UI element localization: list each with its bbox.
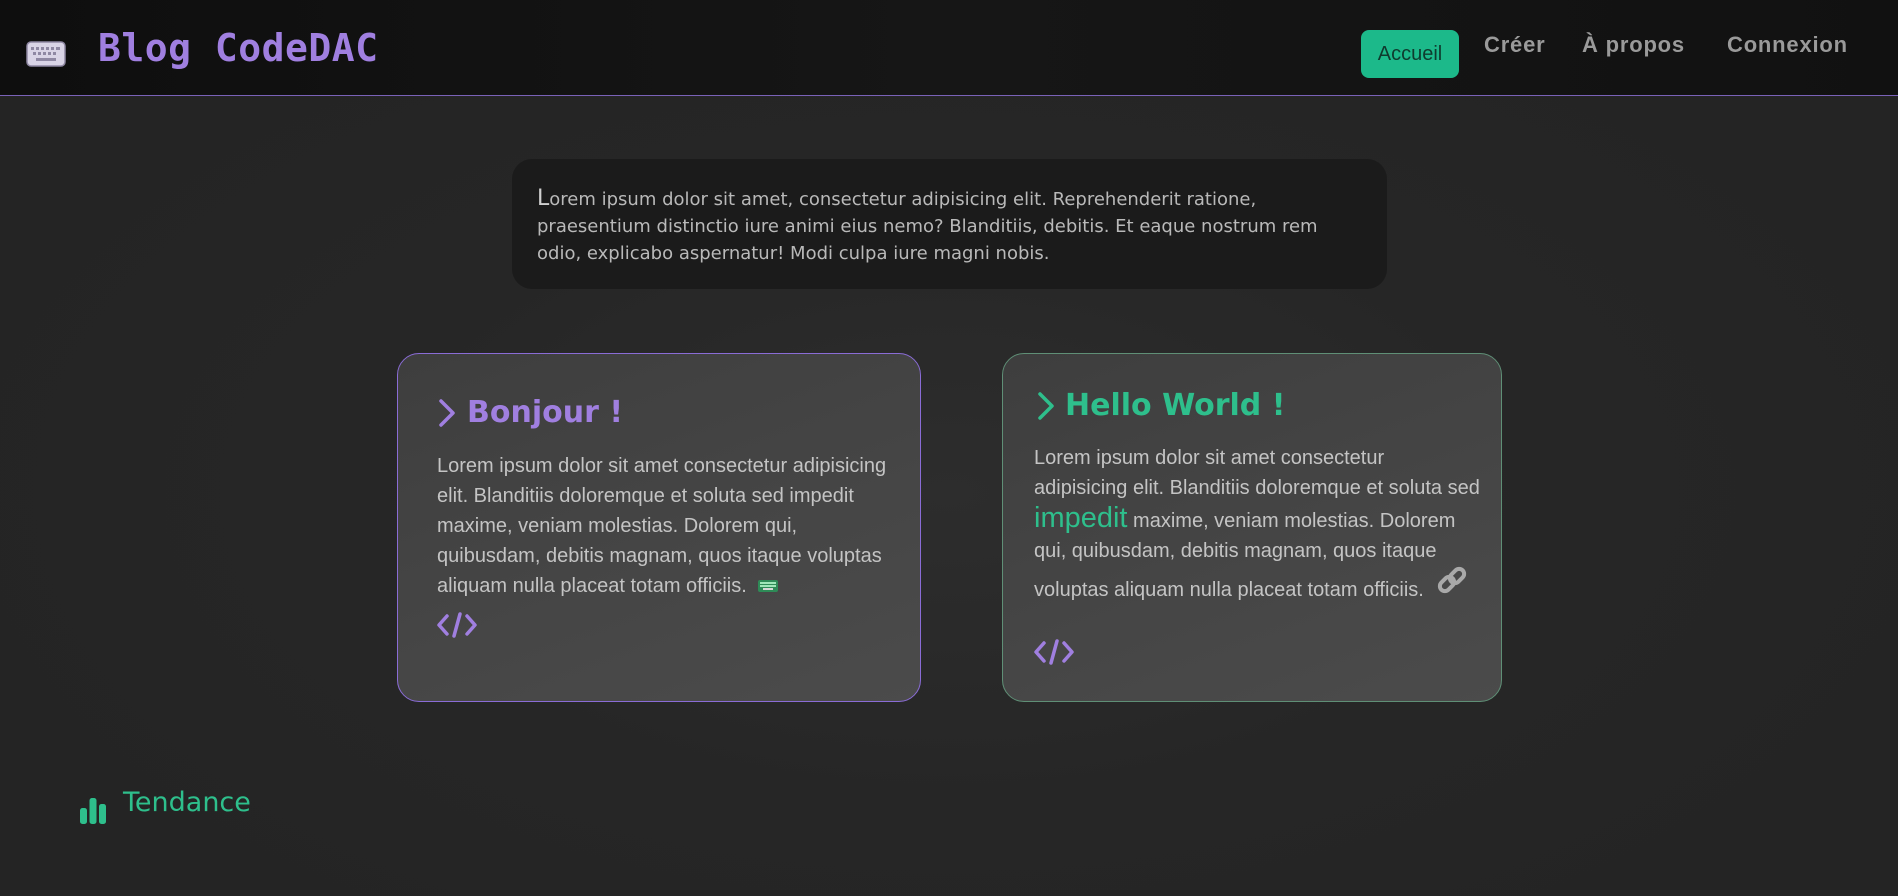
chevron-right-icon [1038,392,1054,420]
intro-first-letter: L [537,186,550,211]
nav-creer-link[interactable]: Créer [1484,32,1545,58]
card-body-text: Lorem ipsum dolor sit amet consectetur a… [437,455,887,597]
nav-accueil-button[interactable]: Accueil [1361,30,1459,78]
intro-text: orem ipsum dolor sit amet, consectetur a… [537,189,1318,264]
card-title[interactable]: Hello World ! [1065,388,1285,423]
keyboard-icon [26,41,66,67]
card-text: Lorem ipsum dolor sit amet consectetur a… [1034,443,1482,605]
code-icon [437,612,477,638]
code-icon [1034,639,1074,665]
nav-connexion-link[interactable]: Connexion [1727,32,1848,58]
post-card-bonjour[interactable]: Bonjour ! Lorem ipsum dolor sit amet con… [397,353,921,702]
intro-box: Lorem ipsum dolor sit amet, consectetur … [512,159,1387,289]
card-body-text: Lorem ipsum dolor sit amet consectetur a… [1034,447,1480,499]
chevron-right-icon [439,399,455,427]
site-title[interactable]: Blog CodeDAC [98,26,379,70]
card-text: Lorem ipsum dolor sit amet consectetur a… [437,451,897,601]
highlighted-word: impedit [1034,502,1128,534]
keyboard-emoji-icon [758,580,779,592]
nav-apropos-link[interactable]: À propos [1582,32,1685,58]
trend-heading: Tendance [123,787,251,818]
card-title[interactable]: Bonjour ! [467,395,623,430]
bar-chart-icon [80,798,106,824]
link-icon[interactable] [1435,566,1471,598]
post-card-hello-world[interactable]: Hello World ! Lorem ipsum dolor sit amet… [1002,353,1502,702]
top-navbar: Blog CodeDAC Accueil Créer À propos Conn… [0,0,1898,96]
